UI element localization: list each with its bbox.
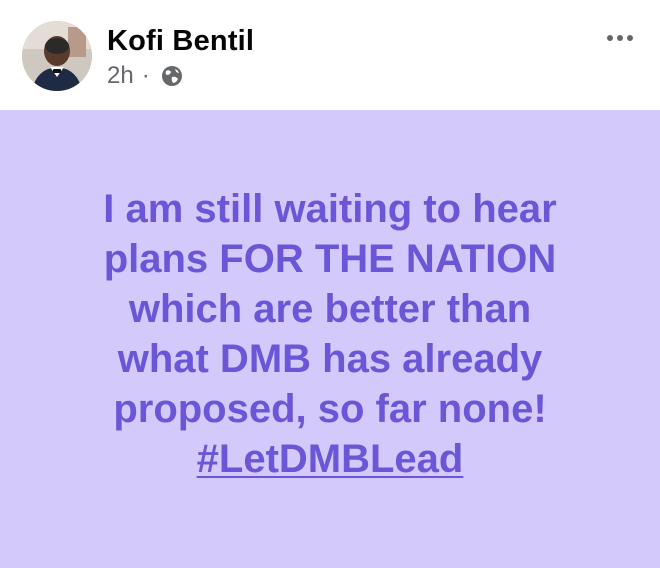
post-timestamp[interactable]: 2h bbox=[107, 60, 134, 92]
hashtag-line: #LetDMBLead bbox=[20, 434, 640, 484]
avatar-image bbox=[22, 21, 92, 91]
post-meta: 2h · bbox=[107, 60, 184, 92]
message-line: plans FOR THE NATION bbox=[103, 237, 557, 281]
more-dot bbox=[607, 35, 613, 41]
more-dot bbox=[617, 35, 623, 41]
hashtag-link[interactable]: #LetDMBLead bbox=[197, 437, 464, 481]
message-line: I am still waiting to hear bbox=[103, 187, 557, 231]
meta-separator: · bbox=[141, 62, 150, 89]
message-line: which are better than bbox=[128, 287, 532, 331]
post-content-background: I am still waiting to hear plans FOR THE… bbox=[0, 110, 660, 568]
message-line: proposed, so far none! bbox=[113, 387, 547, 431]
post-header: Kofi Bentil 2h · bbox=[0, 0, 660, 110]
author-name[interactable]: Kofi Bentil bbox=[107, 24, 254, 58]
avatar[interactable] bbox=[22, 21, 92, 91]
facebook-post: Kofi Bentil 2h · I am still waiting to h… bbox=[0, 0, 660, 568]
post-message: I am still waiting to hear plans FOR THE… bbox=[20, 184, 640, 484]
more-options-button[interactable] bbox=[600, 24, 640, 52]
globe-icon[interactable] bbox=[160, 64, 184, 88]
message-line: what DMB has already bbox=[117, 337, 543, 381]
more-dot bbox=[627, 35, 633, 41]
